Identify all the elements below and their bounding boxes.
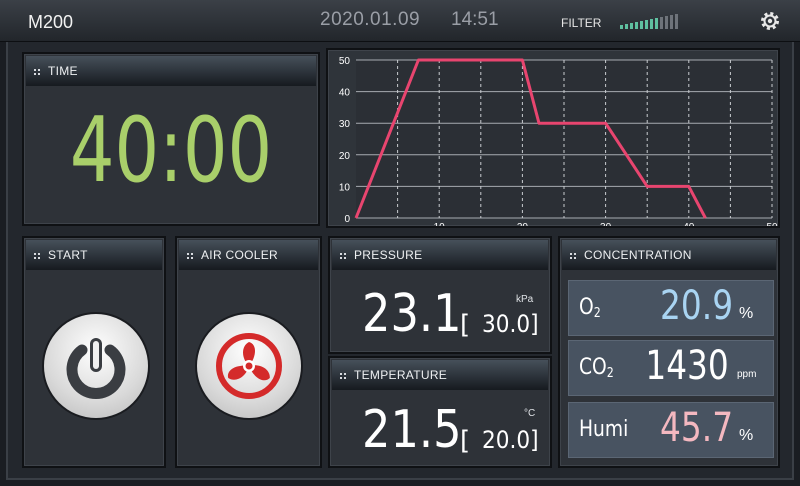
concentration-panel-header: CONCENTRATION <box>562 240 776 270</box>
filter-bar <box>640 21 643 29</box>
concentration-panel: CONCENTRATION O2 20.9 % CO2 1430 ppm Hum… <box>558 236 780 468</box>
x-tick-label: 40 <box>683 222 695 226</box>
x-tick-label: 10 <box>434 222 446 226</box>
temperature-panel: TEMPERATURE 21.5 [ 20.0] °C <box>328 356 552 468</box>
fan-icon <box>216 333 282 399</box>
device-title: M200 <box>28 12 74 32</box>
temperature-panel-label: TEMPERATURE <box>354 368 448 382</box>
temperature-value: 21.5 <box>362 400 462 460</box>
filter-bar <box>620 25 623 29</box>
humidity-unit: % <box>739 427 754 444</box>
pressure-bracket: [ <box>460 310 471 340</box>
x-tick-label: 50 <box>766 222 778 226</box>
grip-icon <box>340 373 346 379</box>
temperature-setpoint[interactable]: 20.0] <box>482 426 539 454</box>
filter-bar <box>630 23 633 29</box>
o2-unit: % <box>739 305 754 322</box>
filter-level-indicator <box>620 14 678 29</box>
start-panel-label: START <box>48 248 88 262</box>
start-panel-header: START <box>26 240 162 270</box>
air-cooler-panel: AIR COOLER <box>175 236 322 468</box>
co2-label: CO2 <box>579 355 614 381</box>
temperature-panel-header: TEMPERATURE <box>332 360 548 390</box>
pressure-value: 23.1 <box>362 284 462 344</box>
filter-bar <box>665 16 668 29</box>
time-panel: TIME 40:00 <box>22 52 320 226</box>
temperature-unit: °C <box>524 408 536 419</box>
current-time: 14:51 <box>451 9 499 30</box>
o2-label: O2 <box>579 295 601 321</box>
start-button[interactable] <box>44 314 148 418</box>
temperature-bracket: [ <box>460 426 471 456</box>
humidity-row: Humi 45.7 % <box>568 402 774 458</box>
filter-bar <box>675 14 678 29</box>
y-tick-label: 0 <box>344 214 350 225</box>
filter-bar <box>655 18 658 29</box>
pressure-panel-label: PRESSURE <box>354 248 423 262</box>
grip-icon <box>34 253 40 259</box>
pressure-panel: PRESSURE 23.1 [ 30.0] kPa <box>328 236 552 354</box>
timer-display: 40:00 <box>69 98 273 203</box>
profile-chart-panel: 0 10 20 30 40 50 10 20 30 40 50 <box>326 48 780 228</box>
grip-icon <box>187 253 193 259</box>
x-tick-label: 30 <box>600 222 612 226</box>
filter-label: FILTER <box>561 16 602 30</box>
o2-row: O2 20.9 % <box>568 280 774 336</box>
filter-bar <box>635 22 638 29</box>
filter-bar <box>625 24 628 29</box>
time-panel-label: TIME <box>48 64 78 78</box>
time-panel-header: TIME <box>26 56 316 86</box>
pressure-panel-header: PRESSURE <box>332 240 548 270</box>
y-tick-label: 10 <box>339 182 351 193</box>
y-tick-label: 50 <box>339 56 351 67</box>
filter-bar <box>670 15 673 29</box>
y-tick-label: 40 <box>339 88 351 99</box>
filter-bar <box>660 17 663 29</box>
top-bar: M200 2020.01.09 14:51 FILTER <box>0 0 800 42</box>
power-icon <box>66 338 126 399</box>
y-tick-label: 20 <box>339 151 351 162</box>
air-cooler-panel-header: AIR COOLER <box>179 240 318 270</box>
humidity-value: 45.7 <box>659 405 733 451</box>
filter-bar <box>645 20 648 29</box>
pressure-unit: kPa <box>516 294 534 305</box>
current-date: 2020.01.09 <box>320 9 421 30</box>
filter-bar <box>650 19 653 29</box>
gear-icon[interactable] <box>760 11 780 31</box>
start-panel: START <box>22 236 166 468</box>
co2-row: CO2 1430 ppm <box>568 340 774 396</box>
profile-chart: 0 10 20 30 40 50 10 20 30 40 50 <box>339 56 778 226</box>
co2-value: 1430 <box>645 343 729 389</box>
y-tick-label: 30 <box>339 119 351 130</box>
air-cooler-button[interactable] <box>197 314 301 418</box>
grip-icon <box>570 253 576 259</box>
grip-icon <box>340 253 346 259</box>
grip-icon <box>34 69 40 75</box>
pressure-setpoint[interactable]: 30.0] <box>482 310 539 338</box>
concentration-panel-label: CONCENTRATION <box>584 248 692 262</box>
humidity-label: Humi <box>579 417 629 442</box>
o2-value: 20.9 <box>659 283 733 329</box>
air-cooler-panel-label: AIR COOLER <box>201 248 279 262</box>
co2-unit: ppm <box>737 369 757 380</box>
x-tick-label: 20 <box>517 222 529 226</box>
